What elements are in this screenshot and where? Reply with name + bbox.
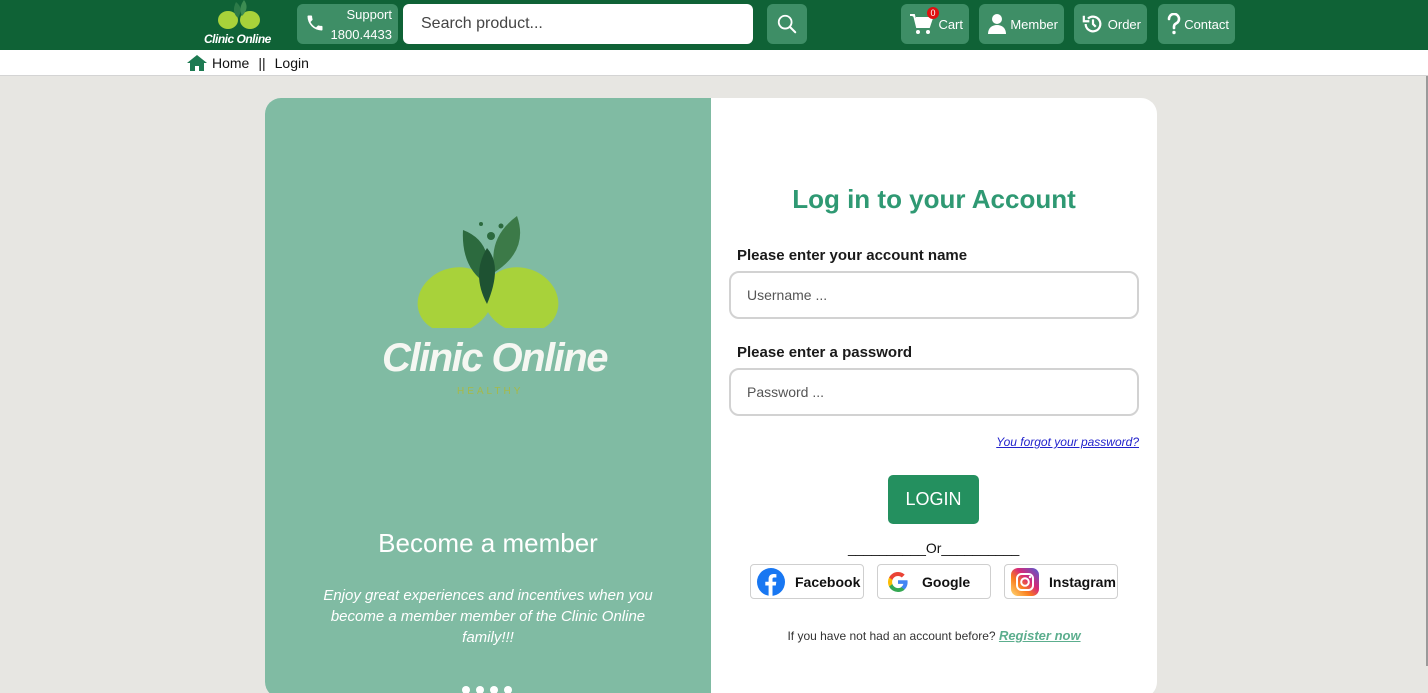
register-prompt: If you have not had an account before? [787,629,996,643]
form-title: Log in to your Account [792,184,1076,214]
order-button[interactable]: Order [1074,4,1147,44]
question-icon [1166,12,1182,38]
facebook-login-button[interactable]: Facebook [750,564,864,599]
contact-label: Contact [1184,17,1229,32]
or-divider: __________Or__________ [848,540,1020,556]
instagram-icon [1011,567,1039,596]
facebook-icon [757,567,785,596]
facebook-label: Facebook [795,573,861,590]
breadcrumb-current: Login [274,55,309,71]
home-icon[interactable] [186,54,208,72]
promo-heading: Become a member [378,528,598,558]
login-card: Clinic Online HEALTHY Become a member En… [265,98,1157,693]
username-label: Please enter your account name [737,247,968,264]
google-login-button[interactable]: Google [877,564,991,599]
login-form: Log in to your Account Please enter your… [711,98,1157,693]
search-input[interactable] [403,4,753,44]
support-button[interactable]: Support 1800.4433 [297,4,398,44]
order-label: Order [1107,17,1141,32]
capsule-leaves-logo-icon [417,216,559,328]
history-icon [1082,13,1104,38]
password-input[interactable] [729,368,1139,416]
register-line: If you have not had an account before? R… [711,628,1157,643]
phone-icon [305,13,325,36]
cart-label: Cart [938,17,963,32]
carousel-dots[interactable] [462,686,512,693]
login-button[interactable]: LOGIN [888,475,979,524]
search-button[interactable] [767,4,807,44]
instagram-label: Instagram [1049,573,1116,590]
breadcrumb-bar: Home || Login [0,50,1428,76]
cart-button[interactable]: 0 Cart [901,4,969,44]
username-input[interactable] [729,271,1139,319]
register-link[interactable]: Register now [999,628,1081,643]
promo-text: Enjoy great experiences and incentives w… [323,587,653,646]
support-phone: 1800.4433 [330,27,392,42]
support-label: Support [346,7,392,22]
breadcrumb-separator: || [258,55,266,71]
contact-button[interactable]: Contact [1158,4,1235,44]
breadcrumb: Home || Login [186,54,318,72]
top-header: Clinic Online Support 1800.4433 0 Cart M… [0,0,1428,50]
google-icon [888,571,908,592]
google-label: Google [922,573,971,590]
capsule-logo-icon [218,0,260,29]
cart-count-badge: 0 [927,7,939,19]
member-button[interactable]: Member [979,4,1064,44]
search-icon [777,14,797,34]
promo-panel: Clinic Online HEALTHY Become a member En… [265,98,711,693]
forgot-password-link[interactable]: You forgot your password? [996,435,1139,449]
member-label: Member [1010,17,1058,32]
instagram-login-button[interactable]: Instagram [1004,564,1118,599]
brand-name: Clinic Online [382,336,608,380]
logo-text: Clinic Online [204,32,271,46]
brand-tagline: HEALTHY [457,386,524,397]
site-logo[interactable]: Clinic Online [200,0,280,48]
user-icon [987,13,1007,38]
breadcrumb-home[interactable]: Home [212,55,249,71]
password-label: Please enter a password [737,344,913,361]
